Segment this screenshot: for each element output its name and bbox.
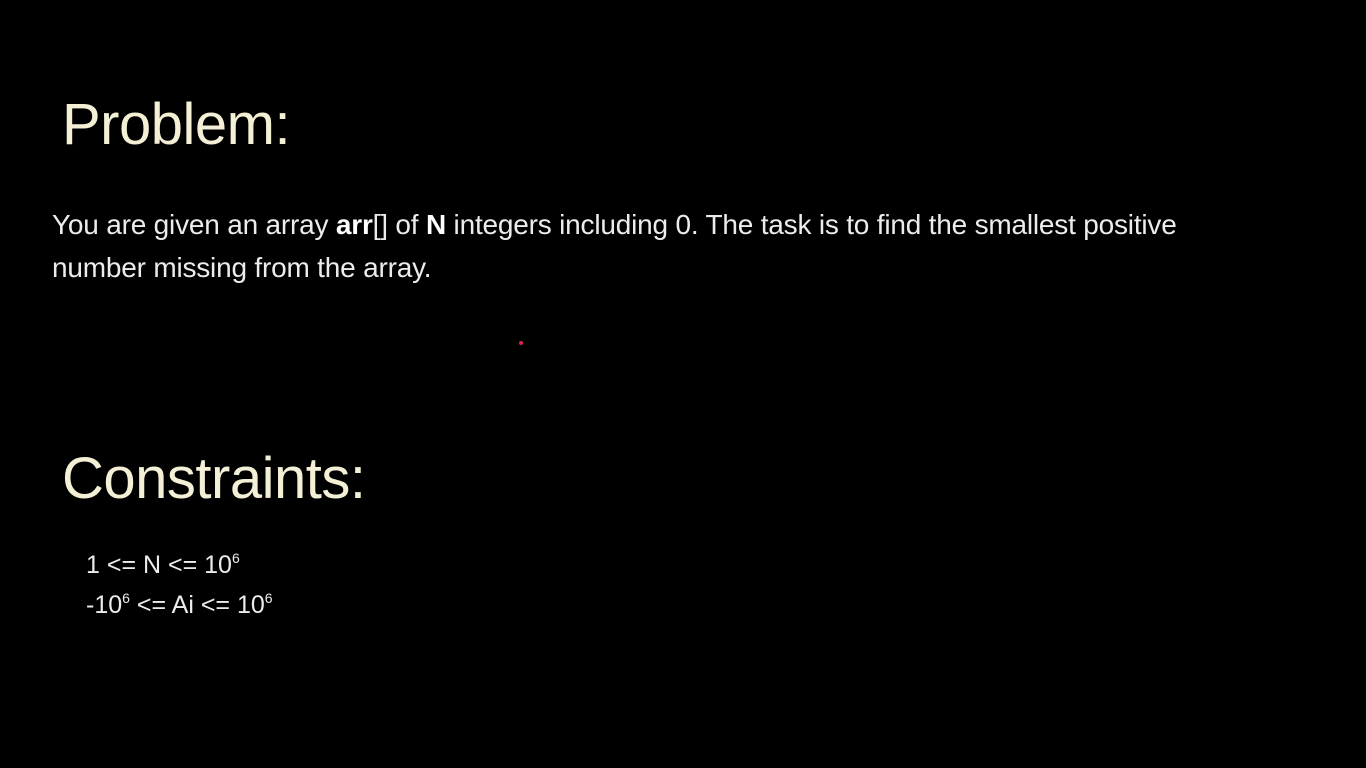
constraint-exponent: 6 bbox=[231, 550, 240, 566]
n-keyword: N bbox=[425, 209, 446, 240]
constraint-line-1: 1 <= N <= 106 bbox=[86, 545, 273, 585]
constraint-text: <= Ai <= 10 bbox=[129, 591, 265, 619]
constraint-exponent: 6 bbox=[264, 590, 273, 606]
arr-keyword: arr bbox=[335, 209, 373, 240]
constraint-text: -10 bbox=[86, 591, 123, 619]
constraints-heading: Constraints: bbox=[62, 446, 366, 511]
problem-statement: You are given an array arr[] of N intege… bbox=[52, 203, 1252, 289]
constraint-line-2: -106 <= Ai <= 106 bbox=[86, 585, 273, 625]
constraint-exponent: 6 bbox=[122, 590, 130, 606]
problem-text-part2: [] of bbox=[372, 209, 426, 240]
problem-text-part1: You are given an array bbox=[52, 209, 336, 240]
constraints-list: 1 <= N <= 106 -106 <= Ai <= 106 bbox=[86, 545, 273, 625]
constraint-text: 1 <= N <= 10 bbox=[86, 551, 232, 579]
problem-heading: Problem: bbox=[62, 92, 291, 157]
slide: Problem: You are given an array arr[] of… bbox=[0, 0, 1366, 768]
laser-pointer-dot bbox=[519, 341, 523, 345]
